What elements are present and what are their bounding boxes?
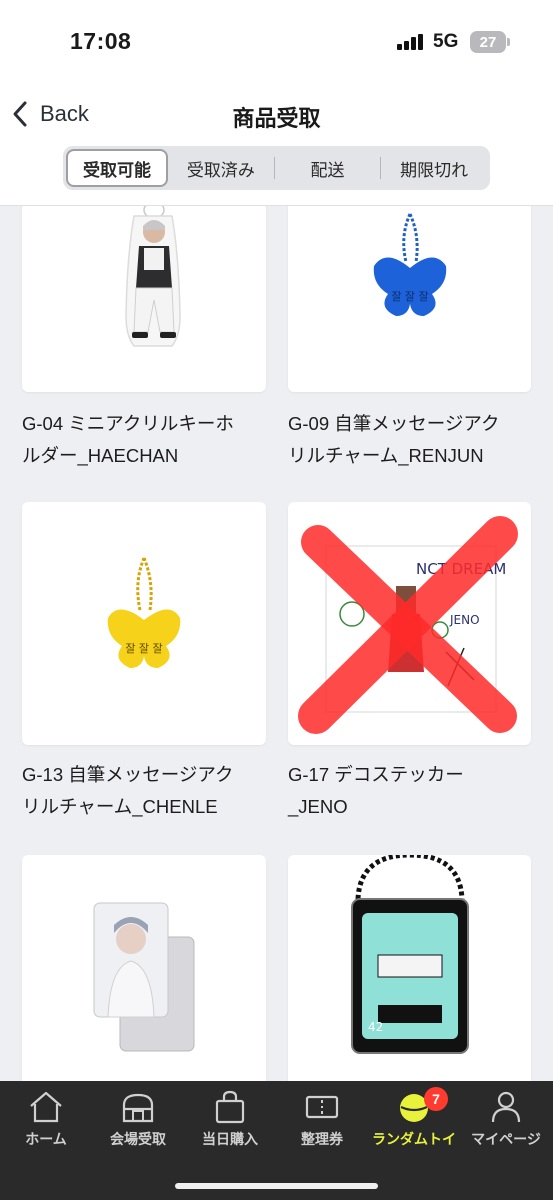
photo-card-image bbox=[93, 902, 195, 1052]
status-time: 17:08 bbox=[70, 28, 132, 54]
tab-my-page[interactable]: マイページ bbox=[460, 1089, 552, 1153]
tab-label: 整理券 bbox=[301, 1131, 343, 1147]
acrylic-figure-image bbox=[125, 206, 181, 347]
signal-icon bbox=[397, 34, 423, 50]
title-line: リルチャーム_CHENLE bbox=[22, 796, 218, 817]
title-line: ルダー_HAECHAN bbox=[22, 445, 179, 466]
tab-label: 当日購入 bbox=[202, 1131, 258, 1147]
status-bar: 17:08 5G 27 bbox=[0, 0, 553, 84]
title-line: _JENO bbox=[288, 796, 348, 817]
store-icon bbox=[122, 1093, 154, 1123]
segment-wrap: 受取可能 受取済み 配送 期限切れ bbox=[0, 144, 553, 206]
product-card-renjun[interactable]: 잘 잘 잘 bbox=[288, 206, 531, 392]
title-line: リルチャーム_RENJUN bbox=[288, 445, 484, 466]
tab-received[interactable]: 受取済み bbox=[168, 149, 274, 187]
nav-bar: 商品受取 Back bbox=[0, 84, 553, 144]
chevron-left-icon bbox=[13, 101, 27, 127]
tab-receivable[interactable]: 受取可能 bbox=[66, 149, 168, 187]
keyring-number: 42 bbox=[368, 1020, 383, 1034]
svg-text:잘 잘 잘: 잘 잘 잘 bbox=[125, 642, 162, 655]
tab-label: マイページ bbox=[471, 1131, 541, 1147]
sticker-member-text: JENO bbox=[449, 613, 480, 627]
svg-text:잘 잘 잘: 잘 잘 잘 bbox=[391, 290, 428, 303]
battery-tip bbox=[507, 38, 510, 46]
product-title-haechan: G-04 ミニアクリルキーホ ルダー_HAECHAN bbox=[22, 408, 267, 472]
product-title-chenle: G-13 自筆メッセージアク リルチャーム_CHENLE bbox=[22, 759, 267, 823]
back-button[interactable]: Back bbox=[10, 98, 89, 130]
tab-delivery[interactable]: 配送 bbox=[275, 149, 381, 187]
tab-same-day[interactable]: 当日購入 bbox=[184, 1089, 276, 1153]
title-line: G-17 デコステッカー bbox=[288, 764, 464, 785]
tab-label: ホーム bbox=[25, 1131, 67, 1147]
home-icon bbox=[30, 1091, 62, 1123]
product-card-chenle[interactable]: 잘 잘 잘 bbox=[22, 502, 266, 745]
title-line: G-04 ミニアクリルキーホ bbox=[22, 413, 234, 434]
shopping-bag-icon bbox=[215, 1090, 245, 1124]
home-indicator bbox=[175, 1183, 378, 1189]
product-card-photocard[interactable] bbox=[22, 855, 266, 1081]
battery-icon: 27 bbox=[470, 31, 506, 53]
ticket-icon bbox=[305, 1095, 339, 1119]
tab-home[interactable]: ホーム bbox=[0, 1089, 92, 1153]
keyring-image: 42 bbox=[351, 855, 469, 1054]
person-icon bbox=[491, 1091, 521, 1123]
tab-label: 会場受取 bbox=[110, 1131, 166, 1147]
title-line: G-09 自筆メッセージアク bbox=[288, 413, 500, 434]
tab-random-toy[interactable]: 7 ランダムトイ bbox=[368, 1087, 460, 1153]
tab-expired[interactable]: 期限切れ bbox=[381, 149, 487, 187]
back-label: Back bbox=[40, 101, 89, 126]
tab-venue-pickup[interactable]: 会場受取 bbox=[92, 1089, 184, 1153]
notification-badge: 7 bbox=[424, 1087, 448, 1111]
product-card-jeno[interactable]: NCT DREAM JENO bbox=[288, 502, 531, 745]
product-grid: G-04 ミニアクリルキーホ ルダー_HAECHAN 잘 잘 잘 G-09 自筆… bbox=[0, 206, 553, 1081]
product-title-renjun: G-09 自筆メッセージアク リルチャーム_RENJUN bbox=[288, 408, 533, 472]
butterfly-charm-image: 잘 잘 잘 bbox=[107, 557, 181, 668]
title-line: G-13 自筆メッセージアク bbox=[22, 764, 234, 785]
deco-sticker-image: NCT DREAM JENO bbox=[298, 516, 518, 734]
product-card-haechan[interactable] bbox=[22, 206, 266, 392]
product-title-jeno: G-17 デコステッカー _JENO bbox=[288, 759, 533, 823]
segmented-control: 受取可能 受取済み 配送 期限切れ bbox=[63, 146, 490, 190]
network-label: 5G bbox=[433, 31, 459, 52]
tab-label: ランダムトイ bbox=[372, 1131, 456, 1147]
tab-ticket[interactable]: 整理券 bbox=[276, 1089, 368, 1153]
butterfly-charm-image: 잘 잘 잘 bbox=[373, 213, 447, 316]
product-card-keyring[interactable]: 42 bbox=[288, 855, 531, 1081]
